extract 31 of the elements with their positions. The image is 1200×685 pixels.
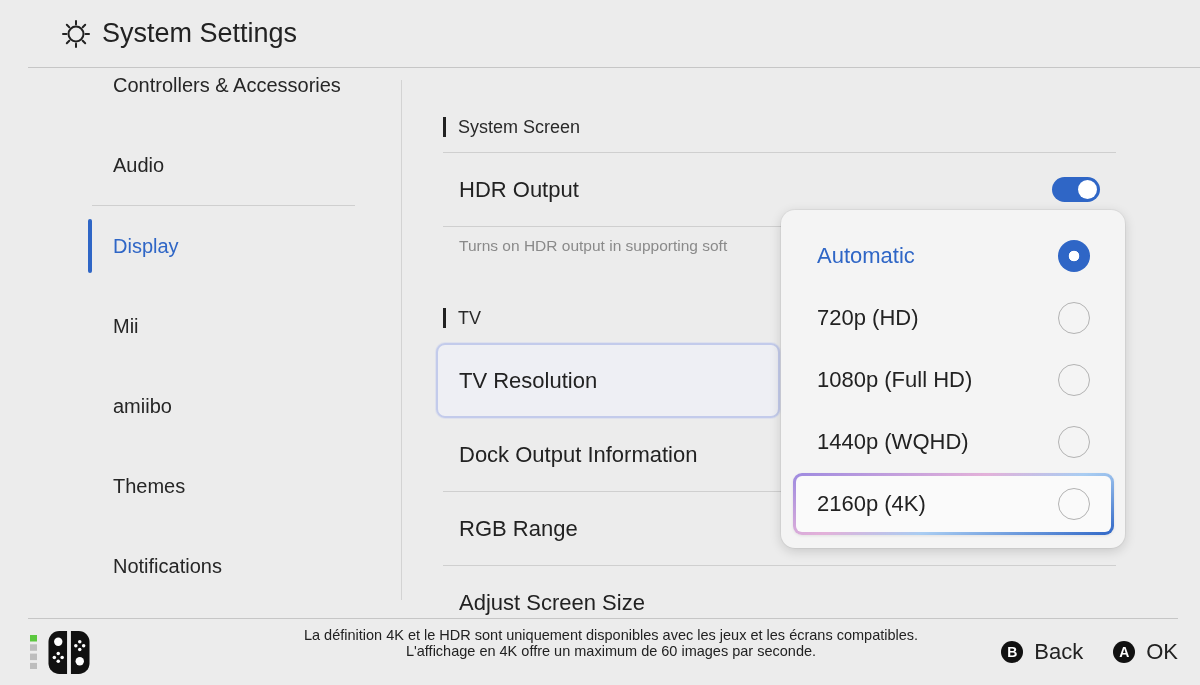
gear-icon <box>62 19 90 48</box>
key-glyph: A <box>1113 641 1136 663</box>
settings-item[interactable]: RGB Range <box>443 492 773 565</box>
sidebar-item[interactable]: Audio <box>88 125 355 205</box>
settings-item[interactable]: TV Resolution <box>436 343 780 418</box>
hint-button[interactable]: A OK <box>1113 639 1178 665</box>
footer-note: L'affichage en 4K offre un maximum de 60 images par seconde. <box>405 643 817 659</box>
menu-option[interactable]: 720p (HD) <box>793 287 1114 349</box>
footer-note: La définition 4K et le HDR sont uniquement disponibles avec les jeux et les écrans compatibles. <box>303 627 919 643</box>
sidebar-item[interactable]: amiibo <box>88 366 355 446</box>
hint-button[interactable]: B Back <box>1001 639 1084 665</box>
settings-item[interactable]: Dock Output Information <box>443 418 773 491</box>
settings-item[interactable]: Adjust Screen Size <box>443 566 773 618</box>
player-lights-icon <box>30 635 37 669</box>
sidebar-item[interactable]: Controllers & Accessories <box>88 68 355 125</box>
toggle-switch[interactable] <box>1052 177 1100 202</box>
menu-option[interactable]: 1440p (WQHD) <box>793 411 1114 473</box>
joy-con-icon <box>48 630 90 674</box>
page-title: System Settings <box>102 17 298 50</box>
menu-option[interactable]: 1080p (Full HD) <box>793 349 1114 411</box>
sidebar-item[interactable]: Themes <box>88 446 355 526</box>
setting-label: HDR Output <box>459 176 579 203</box>
sidebar-item[interactable]: Notifications <box>88 526 355 606</box>
menu-option[interactable]: Automatic <box>793 225 1114 287</box>
menu-option[interactable]: 2160p (4K) <box>793 473 1114 535</box>
sidebar-item[interactable]: Mii <box>88 286 355 366</box>
section-heading: TV <box>443 308 481 328</box>
key-glyph: B <box>1001 641 1024 663</box>
section-heading: System Screen <box>443 117 581 137</box>
sidebar-item[interactable]: Display <box>88 206 355 286</box>
setting-description: Turns on HDR output in supporting soft <box>459 236 728 255</box>
